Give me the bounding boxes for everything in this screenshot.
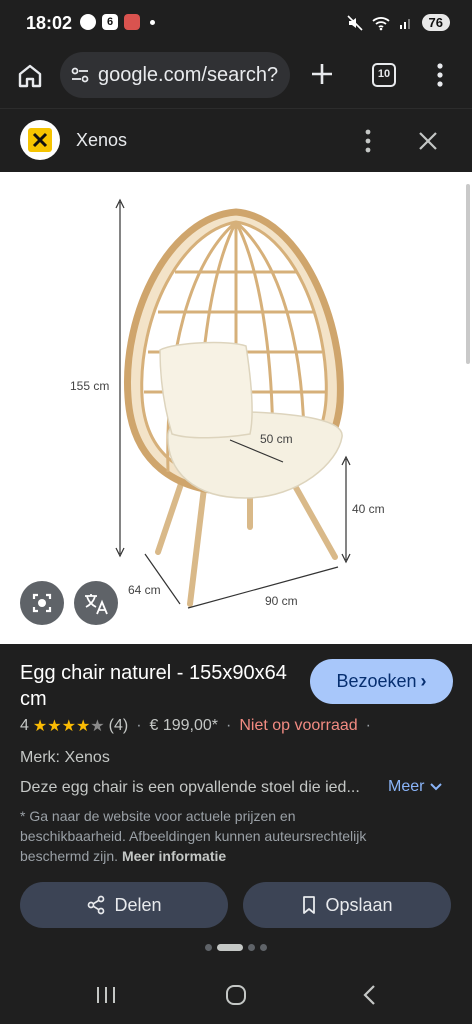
new-tab-icon[interactable] [308, 60, 336, 88]
product-info-panel: Egg chair naturel - 155x90x64 cm Bezoeke… [0, 644, 472, 964]
chevron-down-icon [430, 783, 443, 791]
address-bar[interactable]: google.com/search? [60, 52, 290, 98]
status-time: 18:02 [26, 13, 73, 33]
calendar-notification-icon: 6 [102, 14, 118, 30]
dimension-depth-label: 64 cm [128, 583, 161, 597]
home-button-icon[interactable] [222, 981, 250, 1009]
rating-value: 4 [20, 717, 29, 734]
signal-icon [399, 18, 410, 29]
product-description: Deze egg chair is een opvallende stoel d… [20, 779, 360, 796]
visit-button[interactable]: Bezoeken › [310, 659, 453, 704]
product-title[interactable]: Egg chair naturel - 155x90x64 cm [20, 660, 300, 712]
separator-dot: · [136, 717, 142, 734]
more-button-label: Meer [388, 778, 425, 795]
site-settings-icon[interactable] [70, 65, 90, 85]
star-icon: ★ [75, 718, 91, 735]
battery-indicator: 76 [421, 14, 450, 31]
lens-icon [32, 593, 52, 613]
product-image[interactable]: 155 cm 50 cm 40 cm 64 cm 90 cm [0, 172, 472, 644]
home-icon[interactable] [16, 62, 44, 90]
carousel-dot[interactable] [205, 944, 212, 951]
rating-count: (4) [108, 717, 129, 734]
save-button-label: Opslaan [325, 894, 393, 915]
browser-menu-icon[interactable] [434, 62, 446, 88]
close-icon[interactable] [416, 129, 440, 153]
dimension-seat-width-label: 50 cm [260, 432, 293, 446]
product-price: € 199,00* [149, 717, 219, 734]
dimension-width-line [187, 566, 339, 609]
share-icon [88, 895, 105, 915]
star-icon: ★ [32, 718, 48, 735]
status-notification-icons: 6 [80, 14, 155, 30]
share-button[interactable]: Delen [20, 882, 228, 928]
chrome-notification-icon [80, 14, 96, 30]
more-notifications-icon [150, 19, 155, 25]
brand-name[interactable]: Xenos [76, 130, 127, 151]
dimension-seat-height-label: 40 cm [352, 502, 385, 516]
share-button-label: Delen [114, 894, 162, 915]
brand-logo [20, 120, 60, 160]
carousel-dot[interactable] [248, 944, 255, 951]
bookmark-icon [303, 896, 316, 914]
dimension-height-line [115, 198, 125, 558]
stock-status: Niet op voorraad [239, 717, 358, 734]
google-lens-button[interactable] [20, 581, 64, 625]
star-empty-icon: ★ [90, 718, 105, 735]
address-bar-url: google.com/search? [98, 64, 279, 86]
result-panel-header: Xenos [0, 108, 472, 172]
translate-button[interactable] [74, 581, 118, 625]
carousel-indicator [0, 944, 472, 951]
rating-stars: ★★★★★ [33, 716, 105, 736]
translate-icon [85, 594, 108, 615]
carousel-dot[interactable] [260, 944, 267, 951]
back-icon[interactable] [356, 981, 384, 1009]
product-brand: Merk: Xenos [20, 749, 110, 766]
system-navigation-bar [0, 964, 472, 1024]
carousel-dot-active[interactable] [217, 944, 243, 951]
visit-button-label: Bezoeken [336, 671, 417, 691]
more-info-link[interactable]: Meer informatie [122, 848, 226, 864]
star-icon: ★ [47, 718, 62, 735]
star-icon: ★ [61, 718, 76, 735]
save-button[interactable]: Opslaan [243, 882, 451, 928]
egg-chair-illustration: 155 cm 50 cm 40 cm 64 cm 90 cm [70, 198, 385, 609]
dimension-width-label: 90 cm [265, 594, 298, 608]
dimension-seat-height-line [341, 455, 351, 564]
browser-toolbar: google.com/search? 10 [0, 46, 472, 108]
app-notification-icon [124, 14, 140, 30]
image-scrollbar[interactable] [466, 184, 470, 364]
disclaimer: * Ga naar de website voor actuele prijze… [20, 806, 400, 866]
brand-logo-x [32, 132, 48, 148]
wifi-icon [371, 16, 390, 30]
tab-switcher-button[interactable]: 10 [372, 63, 396, 87]
dimension-height-label: 155 cm [70, 379, 109, 393]
panel-menu-icon[interactable] [362, 128, 374, 154]
status-system-icons: 76 [346, 14, 450, 31]
rating-row: 4 ★★★★★ (4) · € 199,00* · Niet op voorra… [20, 716, 379, 736]
mute-icon [346, 14, 363, 31]
status-bar: 18:02 6 76 [0, 0, 472, 46]
recent-apps-icon[interactable] [92, 981, 120, 1009]
chevron-right-icon: › [420, 671, 427, 691]
separator-dot: · [365, 717, 371, 734]
separator-dot: · [226, 717, 232, 734]
more-button[interactable]: Meer [388, 778, 443, 796]
